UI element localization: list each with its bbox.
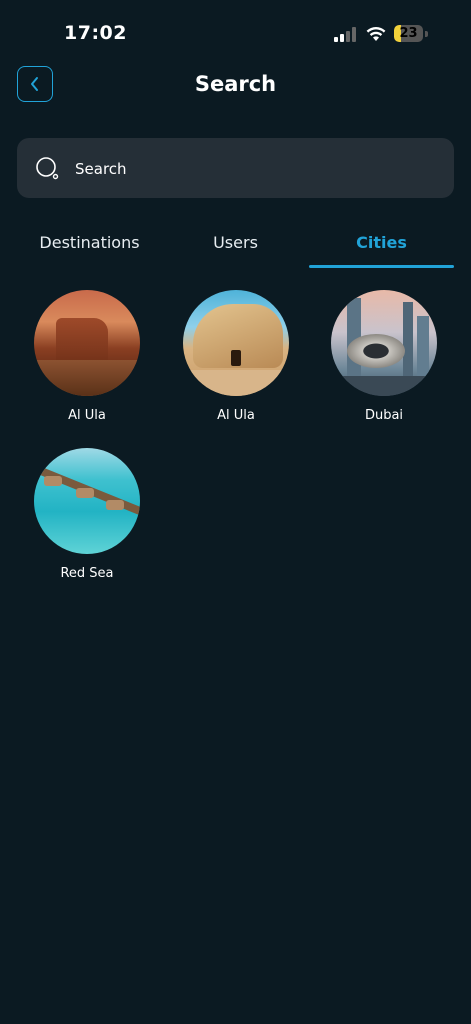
cellular-signal-icon xyxy=(334,27,358,42)
city-name: Al Ula xyxy=(68,408,106,423)
city-name: Dubai xyxy=(364,408,404,423)
city-image xyxy=(183,290,289,396)
tab-bar: Destinations Users Cities xyxy=(17,222,454,268)
page-title: Search xyxy=(194,72,277,96)
active-tab-indicator xyxy=(309,265,454,268)
wifi-icon xyxy=(366,26,386,41)
tab-destinations[interactable]: Destinations xyxy=(17,222,162,268)
tab-cities[interactable]: Cities xyxy=(309,222,454,268)
search-input[interactable] xyxy=(73,138,437,200)
city-item-al-ula-1[interactable]: Al Ula xyxy=(22,290,152,423)
city-image xyxy=(34,290,140,396)
battery-level: 23 xyxy=(399,26,418,41)
city-item-dubai[interactable]: Dubai xyxy=(319,290,449,423)
status-time: 17:02 xyxy=(64,22,127,44)
city-name: Al Ula xyxy=(217,408,255,423)
status-bar: 17:02 23 xyxy=(0,0,471,64)
battery-icon: 23 xyxy=(394,25,428,44)
search-icon xyxy=(36,157,59,180)
city-image xyxy=(331,290,437,396)
city-name: Red Sea xyxy=(60,566,114,581)
city-item-red-sea[interactable]: Red Sea xyxy=(22,448,152,581)
search-bar[interactable] xyxy=(17,138,454,200)
tab-users[interactable]: Users xyxy=(163,222,308,268)
city-item-al-ula-2[interactable]: Al Ula xyxy=(171,290,301,423)
city-image xyxy=(34,448,140,554)
